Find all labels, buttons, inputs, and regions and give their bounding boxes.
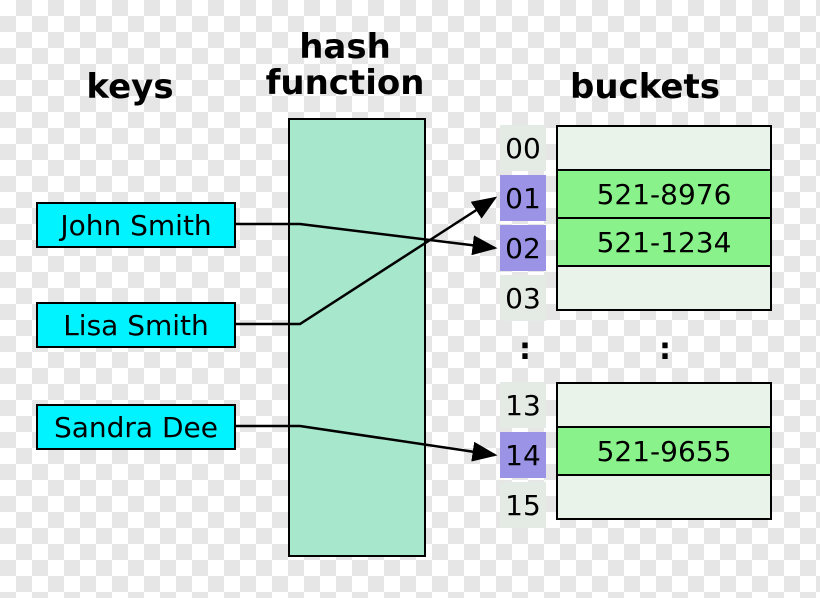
- arrow-layer: [0, 0, 820, 598]
- mapping-arrow: [234, 198, 495, 324]
- mapping-arrow: [234, 224, 495, 248]
- mapping-arrow: [234, 426, 495, 455]
